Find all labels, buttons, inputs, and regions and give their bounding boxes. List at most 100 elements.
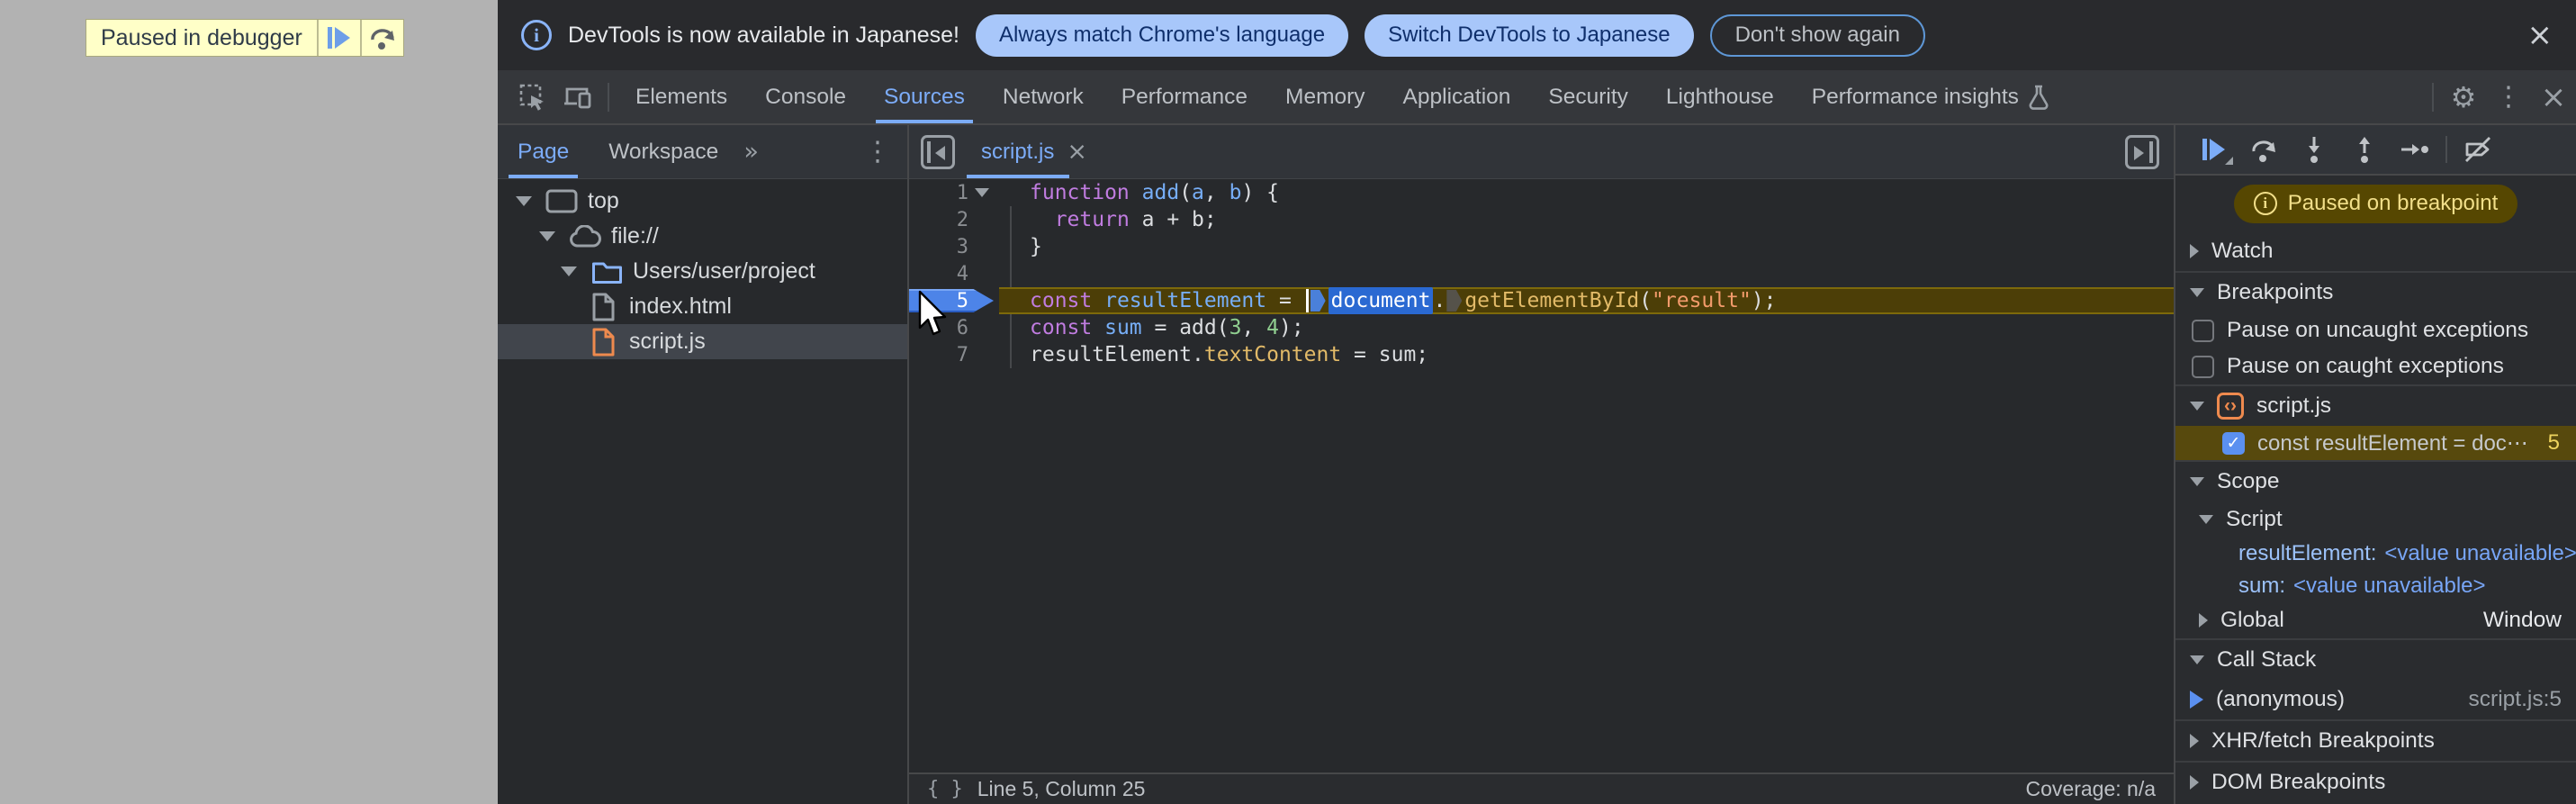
navigator-more-menu-icon[interactable]: ⋮ <box>848 136 907 167</box>
tab-performance[interactable]: Performance <box>1103 70 1266 123</box>
cloud-icon <box>570 224 601 247</box>
show-debugger-toggle-icon[interactable] <box>2125 134 2159 169</box>
editor-tab-script-js[interactable]: script.js × <box>967 125 1102 178</box>
close-tab-icon[interactable]: × <box>1067 140 1087 164</box>
step-out-button[interactable] <box>2339 131 2390 168</box>
pause-uncaught-checkbox[interactable]: ✓ <box>2192 319 2214 342</box>
deactivate-breakpoints-icon <box>2465 137 2490 162</box>
tab-security[interactable]: Security <box>1529 70 1647 123</box>
tree-item-project-folder[interactable]: Users/user/project <box>498 254 907 289</box>
pause-caught-checkbox[interactable]: ✓ <box>2192 355 2214 378</box>
switch-to-japanese-button[interactable]: Switch DevTools to Japanese <box>1365 14 1694 57</box>
scope-script-group[interactable]: Script <box>2175 501 2576 538</box>
line-gutter[interactable]: 7 <box>909 341 999 368</box>
section-call-stack[interactable]: Call Stack <box>2175 640 2576 680</box>
pause-uncaught-exceptions-row[interactable]: ✓ Pause on uncaught exceptions <box>2175 312 2576 348</box>
line-number[interactable]: 7 <box>909 344 968 366</box>
line-gutter[interactable]: 2 <box>909 206 999 233</box>
resume-script-button[interactable] <box>316 20 360 56</box>
scope-variable[interactable]: resultElement: <value unavailable> <box>2175 538 2576 570</box>
section-scope[interactable]: Scope <box>2175 462 2576 501</box>
code-text[interactable]: const resultElement = document. getElemen… <box>999 287 2174 314</box>
line-number[interactable]: 1 <box>909 182 968 204</box>
tree-item-script-js[interactable]: script.js <box>498 324 907 359</box>
code-text[interactable]: function add(a, b) { <box>999 179 2174 206</box>
tab-page[interactable]: Page <box>498 125 589 178</box>
expander-icon <box>2190 244 2199 258</box>
more-tabs-icon[interactable]: » <box>738 138 764 166</box>
breakpoint-file-group[interactable]: ‹› script.js <box>2175 386 2576 426</box>
inspect-element-button[interactable] <box>510 78 555 116</box>
line-gutter[interactable]: 3 <box>909 233 999 260</box>
tab-console[interactable]: Console <box>746 70 865 123</box>
code-token: sum <box>1104 316 1142 339</box>
dont-show-again-button[interactable]: Don't show again <box>1709 14 1925 57</box>
frame-icon <box>545 189 578 213</box>
global-value: Window <box>2482 608 2562 632</box>
code-line: 6 const sum = add(3, 4); <box>909 314 2174 341</box>
tab-lighthouse[interactable]: Lighthouse <box>1647 70 1793 123</box>
always-match-language-button[interactable]: Always match Chrome's language <box>975 14 1349 57</box>
device-toolbar-button[interactable] <box>555 78 600 116</box>
fold-marker-icon[interactable] <box>975 188 989 197</box>
tab-performance-insights[interactable]: Performance insights <box>1793 70 2068 123</box>
tab-workspace[interactable]: Workspace <box>589 125 738 178</box>
tab-memory[interactable]: Memory <box>1266 70 1383 123</box>
code-text[interactable]: return a + b; <box>999 206 2174 233</box>
line-number[interactable]: 3 <box>909 236 968 258</box>
step-into-button[interactable] <box>2289 131 2339 168</box>
continue-to-here-marker-icon[interactable] <box>1446 290 1463 312</box>
hide-navigator-toggle-icon[interactable] <box>921 134 955 169</box>
tree-item-file-scheme[interactable]: file:// <box>498 219 907 254</box>
expander-icon <box>539 231 555 241</box>
more-menu-icon[interactable]: ⋮ <box>2486 78 2531 116</box>
file-navigator: Page Workspace » ⋮ top file:// Users/use… <box>498 125 909 804</box>
tree-item-top[interactable]: top <box>498 184 907 219</box>
braces-icon: { } <box>927 778 963 800</box>
line-gutter[interactable]: 4 <box>909 260 999 287</box>
tab-elements[interactable]: Elements <box>617 70 746 123</box>
code-text[interactable]: const sum = add(3, 4); <box>999 314 2174 341</box>
section-xhr-breakpoints[interactable]: XHR/fetch Breakpoints <box>2175 721 2576 761</box>
section-watch[interactable]: Watch <box>2175 231 2576 271</box>
coverage-label: Coverage: n/a <box>2025 777 2156 800</box>
breakpoint-checkbox[interactable]: ✓ <box>2222 431 2245 455</box>
settings-gear-icon[interactable]: ⚙ <box>2441 78 2486 116</box>
call-stack-frame[interactable]: (anonymous) script.js:5 <box>2175 680 2576 719</box>
code-text[interactable]: resultElement. textContent = sum; <box>999 341 2174 368</box>
step-button[interactable] <box>2390 131 2440 168</box>
infobar-close-icon[interactable]: × <box>2527 20 2553 50</box>
breakpoint-entry[interactable]: ✓ const resultElement = doc⋯ 5 <box>2175 426 2576 460</box>
deactivate-breakpoints-button[interactable] <box>2453 131 2503 168</box>
editor-statusbar: { } Line 5, Column 25 Coverage: n/a <box>909 772 2174 804</box>
tab-application[interactable]: Application <box>1384 70 1530 123</box>
pause-caught-exceptions-row[interactable]: ✓ Pause on caught exceptions <box>2175 348 2576 384</box>
tab-network[interactable]: Network <box>984 70 1103 123</box>
code-token: a <box>1192 181 1204 204</box>
line-number[interactable]: 4 <box>909 263 968 285</box>
highlighted-token[interactable]: document <box>1328 287 1434 314</box>
tree-item-index-html[interactable]: index.html <box>498 289 907 324</box>
code-text[interactable]: } <box>999 233 2174 260</box>
sources-panel: Page Workspace » ⋮ top file:// Users/use… <box>498 125 2576 804</box>
line-gutter[interactable]: 1 <box>909 179 999 206</box>
resume-button[interactable] <box>2188 131 2238 168</box>
tab-sources[interactable]: Sources <box>865 70 984 123</box>
step-over-button[interactable] <box>359 20 403 56</box>
step-over-icon <box>2252 140 2275 162</box>
scope-variable[interactable]: sum: <value unavailable> <box>2175 570 2576 602</box>
section-breakpoints[interactable]: Breakpoints <box>2175 273 2576 312</box>
devtools-close-icon[interactable]: × <box>2531 78 2576 116</box>
continue-to-here-marker-icon[interactable] <box>1310 290 1326 312</box>
code-area[interactable]: 1 function add(a, b) {2 return a + b; 3} 4 5… <box>909 179 2174 772</box>
paused-message-area: i Paused on breakpoint <box>2175 176 2576 231</box>
step-over-button[interactable] <box>2238 131 2289 168</box>
code-text[interactable] <box>999 260 2174 287</box>
expander-icon <box>2190 734 2199 748</box>
line-number[interactable]: 2 <box>909 209 968 231</box>
toolbar-separator <box>608 82 609 112</box>
section-dom-breakpoints[interactable]: DOM Breakpoints <box>2175 763 2576 802</box>
scope-global-group[interactable]: Global Window <box>2175 602 2576 638</box>
info-icon: i <box>2253 192 2277 215</box>
step-into-icon <box>2309 137 2319 163</box>
